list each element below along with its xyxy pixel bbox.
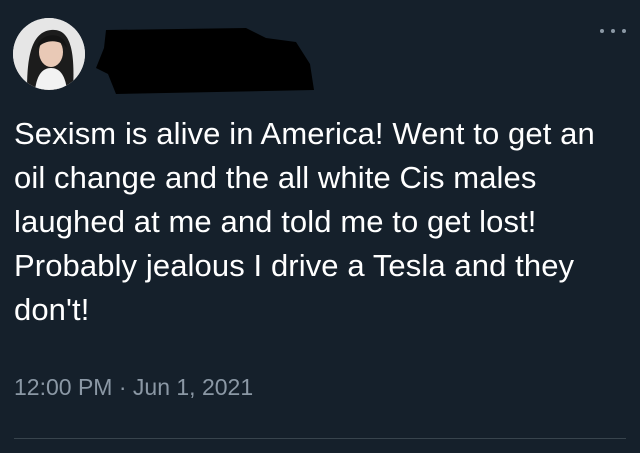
timestamp-separator: · [118, 374, 127, 400]
tweet-time-link[interactable]: 12:00 PM [14, 374, 112, 400]
more-options-button[interactable] [600, 26, 626, 36]
more-dot-icon [600, 29, 604, 33]
more-dot-icon [622, 29, 626, 33]
divider [14, 438, 626, 439]
more-dot-icon [611, 29, 615, 33]
tweet-text: Sexism is alive in America! Went to get … [14, 116, 595, 327]
tweet-card: Sexism is alive in America! Went to get … [0, 0, 640, 453]
redacted-username [96, 28, 314, 94]
avatar[interactable] [13, 18, 85, 90]
tweet-timestamp: 12:00 PM · Jun 1, 2021 [14, 372, 253, 402]
tweet-date-link[interactable]: Jun 1, 2021 [133, 374, 253, 400]
